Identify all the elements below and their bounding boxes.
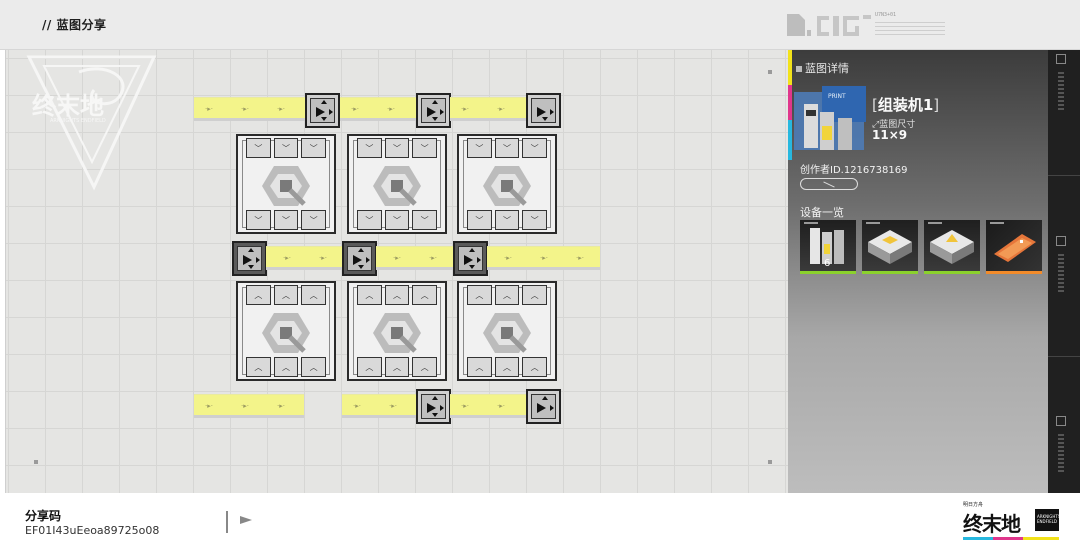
assembler-emblem-icon xyxy=(262,166,310,206)
splitter-junction-icon xyxy=(868,230,912,264)
assembler-emblem-icon xyxy=(262,313,310,353)
brand-logo: 明日方舟 终末地 ARKNIGHTS ENDFIELD xyxy=(963,499,1063,543)
conveyor-belt[interactable]: ·▸· ·▸· xyxy=(342,394,418,418)
assembler-machine[interactable]: ﹀ ﹀ ﹀ ﹀ ﹀ ﹀ xyxy=(236,134,336,234)
merger-junction[interactable] xyxy=(342,241,377,276)
panel-section-title: 蓝图详情 xyxy=(796,60,849,76)
conveyor-belt[interactable]: ·▸· ·▸· xyxy=(376,246,454,270)
watermark-logo-text: 终末地 xyxy=(32,92,104,120)
edit-icon[interactable] xyxy=(1056,416,1066,426)
endfield-header-logo-icon xyxy=(787,14,871,36)
splitter-junction[interactable] xyxy=(416,389,451,424)
edit-icon[interactable] xyxy=(1056,236,1066,246)
assembler-machine[interactable]: ︿ ︿ ︿ ︿ ︿ ︿ xyxy=(347,281,447,381)
blueprint-icon: PRINT xyxy=(794,86,866,150)
splitter-junction[interactable] xyxy=(416,93,451,128)
conveyor-belt[interactable]: ·▸· ·▸· xyxy=(450,394,528,418)
assembler-machine[interactable]: ︿ ︿ ︿ ︿ ︿ ︿ xyxy=(457,281,557,381)
header-decor-lines xyxy=(875,22,945,36)
conveyor-belt[interactable]: ·▸· ·▸· xyxy=(340,97,418,121)
assembler-emblem-icon xyxy=(483,313,531,353)
author-id: 创作者ID.1216738169 xyxy=(800,165,908,176)
merger-junction-icon xyxy=(930,230,974,264)
rail-decor xyxy=(1058,72,1064,112)
assembler-machine[interactable]: ︿ ︿ ︿ ︿ ︿ ︿ xyxy=(236,281,336,381)
device-count: 6 xyxy=(824,258,831,269)
rail-decor xyxy=(1058,254,1064,294)
merger-junction[interactable] xyxy=(232,241,267,276)
assembler-plate-icon xyxy=(994,234,1036,262)
watermark-sub-text: ARKNIGHTS ENDFIELD xyxy=(50,118,106,124)
splitter-junction[interactable] xyxy=(526,389,561,424)
conveyor-belt[interactable]: ·▸· ·▸· xyxy=(266,246,344,270)
edit-icon[interactable] xyxy=(1056,54,1066,64)
footer-divider xyxy=(226,511,228,533)
endfield-watermark-logo: 终末地 ARKNIGHTS ENDFIELD xyxy=(26,55,157,191)
top-bar: // 蓝图分享 U7N3+01 xyxy=(0,0,1080,50)
blueprint-size-value: 11×9 xyxy=(872,128,908,142)
devices-title: 设备一览 xyxy=(800,206,844,219)
canvas-corner-marker xyxy=(768,70,772,74)
device-card[interactable] xyxy=(986,220,1042,274)
share-code-value[interactable]: EF01I43uEeoa89725o08 xyxy=(25,524,159,537)
conveyor-belt[interactable]: ·▸· ·▸· xyxy=(450,97,528,121)
splitter-junction[interactable] xyxy=(526,93,561,128)
device-card[interactable]: 6 xyxy=(800,220,856,274)
conveyor-belt[interactable]: ·▸· ·▸· ·▸· xyxy=(487,246,600,270)
splitter-junction[interactable] xyxy=(305,93,340,128)
brand-text: 终末地 xyxy=(963,512,1021,536)
assembler-machine[interactable]: ﹀ ﹀ ﹀ ﹀ ﹀ ﹀ xyxy=(457,134,557,234)
assembler-emblem-icon xyxy=(483,166,531,206)
blueprint-canvas[interactable]: 终末地 ARKNIGHTS ENDFIELD ·▸· ·▸· ·▸· ·▸· ·▸· … xyxy=(5,50,788,493)
blueprint-detail-panel: 蓝图详情 PRINT [组装机1] ⤢蓝图尺寸 11×9 创作者ID.12167… xyxy=(788,50,1048,493)
brand-small-text: 明日方舟 xyxy=(963,502,984,508)
blueprint-name: [组装机1] xyxy=(872,96,940,114)
canvas-corner-marker xyxy=(34,460,38,464)
conveyor-belt[interactable]: ·▸· ·▸· ·▸· xyxy=(194,394,304,418)
device-card[interactable] xyxy=(924,220,980,274)
footer: 分享码 EF01I43uEeoa89725o08 明日方舟 终末地 ARKNIG… xyxy=(0,493,1080,547)
side-rail xyxy=(1048,50,1080,493)
device-list: 6 xyxy=(800,220,1042,274)
author-profile-button[interactable] xyxy=(800,178,858,190)
page-title: // 蓝图分享 xyxy=(42,18,107,32)
brand-badge: ARKNIGHTS ENDFIELD xyxy=(1035,509,1060,531)
header-code: U7N3+01 xyxy=(875,12,897,18)
device-card[interactable] xyxy=(862,220,918,274)
assembler-emblem-icon xyxy=(373,166,421,206)
assembler-emblem-icon xyxy=(373,313,421,353)
share-arrow-icon[interactable] xyxy=(240,516,252,524)
svg-text:PRINT: PRINT xyxy=(828,93,846,100)
conveyor-belt[interactable]: ·▸· ·▸· ·▸· xyxy=(194,97,307,121)
share-code-label: 分享码 xyxy=(25,509,62,523)
canvas-corner-marker xyxy=(768,460,772,464)
rail-decor xyxy=(1058,434,1064,474)
assembler-machine[interactable]: ﹀ ﹀ ﹀ ﹀ ﹀ ﹀ xyxy=(347,134,447,234)
merger-junction[interactable] xyxy=(453,241,488,276)
